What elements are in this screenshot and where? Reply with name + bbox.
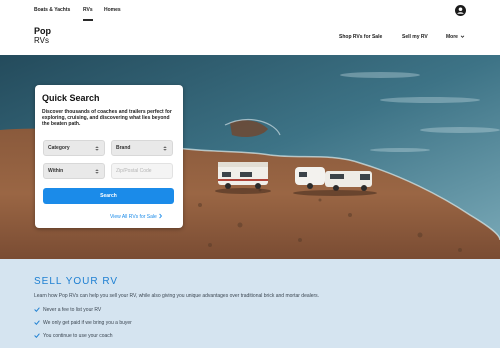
nav-more[interactable]: More [446, 34, 465, 40]
dropdown-arrows-icon [95, 169, 99, 174]
active-tab-indicator [83, 19, 93, 21]
logo-line1: Pop [34, 26, 51, 36]
checkmark-icon [34, 307, 40, 313]
brand-select[interactable]: Brand [111, 140, 173, 156]
quick-search-card: Quick Search Discover thousands of coach… [35, 85, 183, 228]
logo-line2: RVs [34, 36, 49, 45]
chevron-down-icon [460, 35, 465, 38]
sell-heading: SELL YOUR RV [34, 276, 119, 287]
search-button[interactable]: Search [43, 188, 174, 204]
category-select[interactable]: Category [43, 140, 105, 156]
quick-search-description: Discover thousands of coaches and traile… [42, 109, 172, 127]
dropdown-arrows-icon [163, 146, 167, 151]
quick-search-title: Quick Search [42, 93, 100, 103]
tab-rvs[interactable]: RVs [83, 7, 93, 13]
site-switcher-bar: Boats & Yachts RVs Homes [0, 0, 500, 22]
checkmark-icon [34, 333, 40, 339]
view-all-rvs-label: View All RVs for Sale [110, 214, 157, 220]
benefit-text: You continue to use your coach [43, 333, 113, 339]
benefit-text: We only get paid if we bring you a buyer [43, 320, 132, 326]
user-circle-icon[interactable] [455, 5, 466, 16]
brand-select-value: Brand [116, 145, 131, 151]
category-select-value: Category [48, 145, 70, 151]
sell-intro: Learn how Pop RVs can help you sell your… [34, 293, 320, 299]
within-select[interactable]: Within [43, 163, 105, 179]
main-navigation: Pop RVs Shop RVs for Sale Sell my RV Mor… [0, 22, 500, 55]
site-logo[interactable]: Pop RVs [34, 26, 51, 46]
dropdown-arrows-icon [95, 146, 99, 151]
tab-boats-yachts[interactable]: Boats & Yachts [34, 7, 70, 13]
tab-homes[interactable]: Homes [104, 7, 121, 13]
benefit-text: Never a fee to list your RV [43, 307, 102, 313]
checkmark-icon [34, 320, 40, 326]
sell-your-rv-section: SELL YOUR RV Learn how Pop RVs can help … [0, 259, 500, 348]
list-item: You continue to use your coach [34, 333, 132, 346]
rv-motorhome-1 [218, 162, 268, 189]
list-item: Never a fee to list your RV [34, 307, 132, 320]
zip-code-input[interactable] [111, 163, 173, 179]
within-select-value: Within [48, 168, 64, 174]
list-item: We only get paid if we bring you a buyer [34, 320, 132, 333]
nav-sell-my-rv[interactable]: Sell my RV [402, 34, 428, 40]
nav-more-label: More [446, 34, 458, 40]
chevron-right-icon [159, 213, 163, 219]
benefits-list: Never a fee to list your RV We only get … [34, 307, 132, 346]
view-all-rvs-link[interactable]: View All RVs for Sale [110, 213, 163, 220]
nav-shop-rvs[interactable]: Shop RVs for Sale [339, 34, 382, 40]
